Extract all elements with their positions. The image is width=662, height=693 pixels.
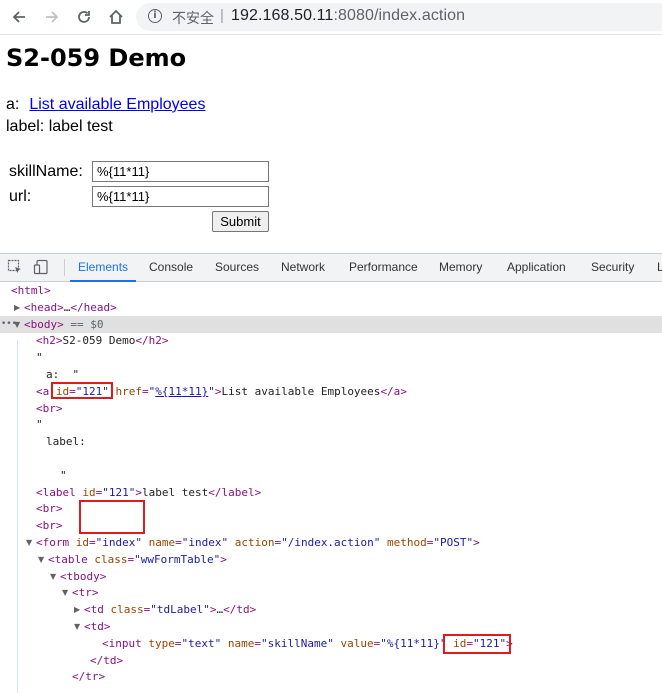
expand-triangle-icon[interactable]: ▼ <box>38 551 44 568</box>
tab-sources[interactable]: Sources <box>215 254 259 281</box>
dom-node-code: " <box>36 351 43 365</box>
back-arrow-icon[interactable] <box>8 6 30 28</box>
dom-node-line[interactable]: ▼ <table class="wwFormTable"> <box>0 551 662 568</box>
tab-elements[interactable]: Elements <box>69 254 137 282</box>
dom-node-code: <tbody> <box>60 569 107 583</box>
page-title: S2-059 Demo <box>6 44 187 72</box>
dom-node-line[interactable]: <br> <box>0 400 662 417</box>
collapsed-triangle-icon[interactable]: ▶ <box>14 299 20 316</box>
dom-node-code: a: " <box>46 368 80 381</box>
selected-node-marker: == $0 <box>63 317 104 331</box>
label-line: label: label test <box>6 118 113 135</box>
tab-more[interactable]: L <box>657 254 662 281</box>
tab-network[interactable]: Network <box>281 254 325 281</box>
dom-node-line[interactable]: ▼ <tr> <box>0 584 662 601</box>
url-label: url: <box>9 188 32 205</box>
dom-node-line[interactable]: label: <box>0 433 662 450</box>
tab-security[interactable]: Security <box>591 254 634 281</box>
dom-node-code: label: <box>46 435 86 449</box>
device-toolbar-icon[interactable] <box>33 259 49 275</box>
dom-node-line[interactable]: ▼ ••• <body> == $0 <box>0 315 662 333</box>
dom-node-code: <body> == $0 <box>24 317 104 331</box>
dom-node-line[interactable]: " <box>0 467 662 484</box>
inspect-element-icon[interactable] <box>7 259 23 275</box>
expand-triangle-icon[interactable]: ▼ <box>26 534 32 551</box>
dom-node-line[interactable]: </tr> <box>0 668 662 685</box>
dom-node-code: </td> <box>90 653 124 667</box>
dom-node-code: <html> <box>11 284 51 297</box>
highlight-box <box>79 500 145 534</box>
tab-performance[interactable]: Performance <box>349 254 418 281</box>
employees-link[interactable]: List available Employees <box>29 96 205 113</box>
dom-node-line[interactable]: <input type="text" name="skillName" valu… <box>0 635 662 652</box>
expand-triangle-icon[interactable]: ▼ <box>50 568 56 585</box>
a-prefix: a: <box>6 96 20 113</box>
dom-node-line[interactable]: ▼ <form id="index" name="index" action="/… <box>0 534 662 551</box>
tab-memory[interactable]: Memory <box>439 254 482 281</box>
dom-node-code: <head>…</head> <box>24 300 117 314</box>
dom-node-code: <br> <box>36 519 63 533</box>
dom-node-line[interactable]: " <box>0 349 662 366</box>
address-separator: | <box>220 7 224 24</box>
dom-node-line[interactable]: <h2>S2-059 Demo</h2> <box>0 332 662 349</box>
info-icon[interactable]: i <box>148 9 162 23</box>
link-line: a: List available Employees <box>6 96 205 114</box>
dom-node-code: <table class="wwFormTable"> <box>48 552 227 566</box>
more-options-icon[interactable]: ••• <box>1 316 17 333</box>
dom-node-line[interactable]: ▼ <tbody> <box>0 568 662 585</box>
dom-node-code: <label id="121">label test</label> <box>36 485 262 499</box>
dom-node-code: </tr> <box>72 670 106 684</box>
dom-node-code: <tr> <box>72 586 99 600</box>
url-input[interactable] <box>92 186 269 207</box>
highlight-box <box>51 382 113 399</box>
dom-node-code: <br> <box>36 401 63 415</box>
dom-node-code: <form id="index" name="index" action="/i… <box>36 536 480 549</box>
browser-toolbar: i 不安全 | 192.168.50.11:8080/index.action <box>0 0 662 35</box>
dom-node-line[interactable]: </td> <box>0 652 662 669</box>
dom-node-code: <td class="tdLabel">…</td> <box>84 603 257 617</box>
tab-console[interactable]: Console <box>149 254 193 281</box>
expand-triangle-icon[interactable]: ▼ <box>74 618 80 635</box>
dom-node-line[interactable]: <label id="121">label test</label> <box>0 484 662 501</box>
home-icon[interactable] <box>105 6 127 28</box>
collapsed-triangle-icon[interactable]: ▶ <box>74 601 80 618</box>
forward-arrow-icon[interactable] <box>41 6 63 28</box>
dom-node-code: <h2>S2-059 Demo</h2> <box>36 334 169 348</box>
dom-node-line[interactable]: ▼ <td> <box>0 618 662 635</box>
address-url[interactable]: 192.168.50.11:8080/index.action <box>231 7 465 25</box>
skillname-label: skillName: <box>9 163 83 180</box>
dom-node-code: <td> <box>84 620 111 633</box>
highlight-box <box>443 634 511 654</box>
dom-node-code: " <box>36 418 43 432</box>
dom-node-line[interactable]: <html> <box>0 282 662 299</box>
dom-node-line[interactable]: " <box>0 416 662 433</box>
not-secure-label: 不安全 <box>172 10 214 26</box>
tab-separator <box>64 259 65 276</box>
dom-node-line[interactable]: ▶ <td class="tdLabel">…</td> <box>0 601 662 618</box>
dom-node-code: <br> <box>36 502 63 516</box>
expand-triangle-icon[interactable]: ▼ <box>62 584 68 601</box>
devtools-panel: Elements Console Sources Network Perform… <box>0 253 662 693</box>
dom-node-code: " <box>60 468 67 482</box>
address-bar[interactable]: i 不安全 | 192.168.50.11:8080/index.action <box>136 3 662 31</box>
devtools-tabbar: Elements Console Sources Network Perform… <box>0 254 662 282</box>
dom-node-line[interactable] <box>0 450 662 467</box>
dom-node-line[interactable]: ▶ <head>…</head> <box>0 299 662 316</box>
submit-button[interactable]: Submit <box>212 211 269 232</box>
skillname-input[interactable] <box>92 161 269 182</box>
dom-tree: <html> ▶ <head>…</head> ▼ ••• <body> == $0 <h2… <box>0 282 662 693</box>
tab-application[interactable]: Application <box>507 254 566 281</box>
reload-icon[interactable] <box>73 6 95 28</box>
dom-node-line[interactable]: a: " <box>0 366 662 383</box>
